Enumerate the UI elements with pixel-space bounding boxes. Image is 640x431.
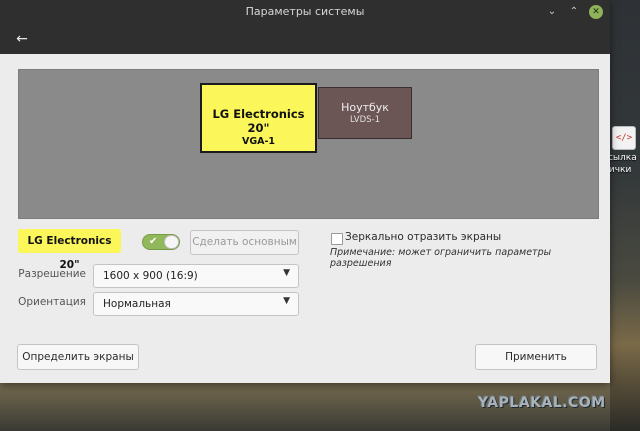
settings-window: Параметры системы ⌄ ⌃ ✕ ← LG Electronics… (0, 0, 610, 383)
display-laptop[interactable]: Ноутбук LVDS-1 (318, 87, 412, 139)
display-arrangement-area[interactable]: LG Electronics 20" VGA-1 Ноутбук LVDS-1 (18, 69, 599, 219)
back-button[interactable]: ← (12, 29, 32, 49)
minimize-icon: ⌄ (547, 6, 557, 17)
desktop-file-icon[interactable]: </> (612, 126, 636, 150)
dropdown-arrow-icon: ▼ (283, 268, 290, 278)
toggle-knob (164, 235, 179, 249)
apply-button[interactable]: Применить (475, 344, 597, 370)
mirror-checkbox[interactable] (331, 233, 343, 245)
resolution-label: Разрешение (18, 268, 86, 280)
orientation-select[interactable]: Нормальная ▼ (93, 292, 299, 316)
resolution-select[interactable]: 1600 x 900 (16:9) ▼ (93, 264, 299, 288)
minimize-button[interactable]: ⌄ (545, 5, 559, 19)
maximize-icon: ⌃ (569, 6, 579, 17)
display-primary[interactable]: LG Electronics 20" VGA-1 (200, 83, 317, 153)
display-laptop-port: LVDS-1 (349, 115, 381, 125)
display-laptop-name: Ноутбук (341, 101, 389, 114)
dropdown-arrow-icon: ▼ (283, 296, 290, 306)
check-icon: ✔ (149, 236, 158, 247)
close-button[interactable]: ✕ (589, 5, 603, 19)
resolution-note: Примечание: может ограничить параметры р… (330, 247, 552, 269)
close-icon: ✕ (592, 7, 600, 17)
header-bar: ← (0, 24, 610, 54)
make-primary-button[interactable]: Сделать основным (190, 230, 299, 255)
titlebar: Параметры системы ⌄ ⌃ ✕ (0, 0, 610, 24)
detect-displays-button[interactable]: Определить экраны (17, 344, 139, 370)
selected-monitor-label: LG Electronics 20" (18, 229, 121, 271)
maximize-button[interactable]: ⌃ (567, 5, 581, 19)
mirror-label[interactable]: Зеркально отразить экраны (345, 231, 501, 243)
back-arrow-icon: ← (16, 31, 28, 47)
desktop-background (610, 0, 640, 431)
watermark: YAPLAKAL.COM (478, 395, 606, 411)
display-primary-port: VGA-1 (241, 136, 276, 147)
resolution-value: 1600 x 900 (16:9) (103, 270, 198, 282)
display-enable-toggle[interactable]: ✔ (142, 234, 180, 250)
window-title: Параметры системы (245, 5, 365, 18)
orientation-label: Ориентация (18, 296, 86, 308)
orientation-value: Нормальная (103, 298, 171, 310)
display-primary-name: LG Electronics 20" (212, 107, 305, 135)
